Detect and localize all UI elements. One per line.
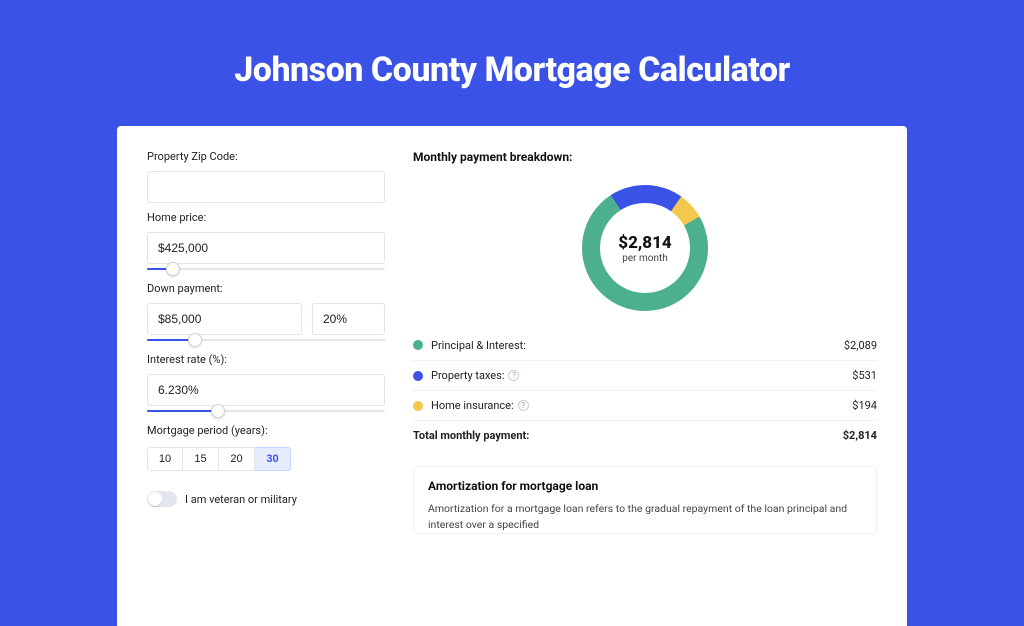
home-price-input[interactable] <box>147 232 385 264</box>
amortization-heading: Amortization for mortgage loan <box>428 479 862 493</box>
legend-row: Property taxes:?$531 <box>413 360 877 390</box>
mortgage-period-segmented: 10152030 <box>147 447 385 471</box>
interest-rate-slider[interactable] <box>147 404 385 418</box>
legend-value: $2,089 <box>844 339 877 352</box>
donut-wrap: $2,814 per month <box>413 172 877 324</box>
legend-value: $194 <box>852 399 877 412</box>
amortization-body: Amortization for a mortgage loan refers … <box>428 501 862 533</box>
down-payment-amount-input[interactable] <box>147 303 302 335</box>
legend-value: $531 <box>852 369 877 382</box>
legend-swatch <box>413 340 423 350</box>
legend-label: Property taxes:? <box>431 369 852 382</box>
period-option-15[interactable]: 15 <box>183 447 219 471</box>
interest-rate-label: Interest rate (%): <box>147 353 385 366</box>
home-price-label: Home price: <box>147 211 385 224</box>
donut-center: $2,814 per month <box>600 203 690 293</box>
payment-donut-chart: $2,814 per month <box>582 185 708 311</box>
veteran-label: I am veteran or military <box>185 493 297 506</box>
amortization-card: Amortization for mortgage loan Amortizat… <box>413 466 877 534</box>
period-option-10[interactable]: 10 <box>147 447 183 471</box>
down-payment-percent-input[interactable] <box>312 303 385 335</box>
veteran-row: I am veteran or military <box>147 491 385 507</box>
down-payment-label: Down payment: <box>147 282 385 295</box>
breakdown-heading: Monthly payment breakdown: <box>413 150 877 164</box>
donut-center-value: $2,814 <box>618 233 671 253</box>
period-option-30[interactable]: 30 <box>255 447 291 471</box>
legend-label: Home insurance:? <box>431 399 852 412</box>
legend-label: Principal & Interest: <box>431 339 844 352</box>
zip-label: Property Zip Code: <box>147 150 385 163</box>
donut-center-sub: per month <box>622 253 668 264</box>
legend-swatch <box>413 401 423 411</box>
home-price-slider[interactable] <box>147 262 385 276</box>
down-payment-slider[interactable] <box>147 333 385 347</box>
form-column: Property Zip Code: Home price: Down paym… <box>147 150 385 602</box>
calculator-panel: Property Zip Code: Home price: Down paym… <box>117 126 907 626</box>
interest-rate-input[interactable] <box>147 374 385 406</box>
legend-row: Principal & Interest:$2,089 <box>413 330 877 360</box>
legend-total-value: $2,814 <box>843 429 877 442</box>
zip-input[interactable] <box>147 171 385 203</box>
legend: Principal & Interest:$2,089Property taxe… <box>413 330 877 450</box>
veteran-toggle[interactable] <box>147 491 177 507</box>
info-icon[interactable]: ? <box>508 370 519 381</box>
legend-swatch <box>413 371 423 381</box>
period-option-20[interactable]: 20 <box>219 447 255 471</box>
legend-total-label: Total monthly payment: <box>413 429 843 442</box>
calculator-panel-frame: Property Zip Code: Home price: Down paym… <box>117 126 907 626</box>
legend-row: Home insurance:?$194 <box>413 390 877 420</box>
hero: Johnson County Mortgage Calculator <box>0 0 1024 90</box>
breakdown-column: Monthly payment breakdown: $2,814 per mo… <box>413 150 877 602</box>
page-title: Johnson County Mortgage Calculator <box>0 50 1024 90</box>
info-icon[interactable]: ? <box>518 400 529 411</box>
legend-total-row: Total monthly payment:$2,814 <box>413 420 877 450</box>
mortgage-period-label: Mortgage period (years): <box>147 424 385 437</box>
